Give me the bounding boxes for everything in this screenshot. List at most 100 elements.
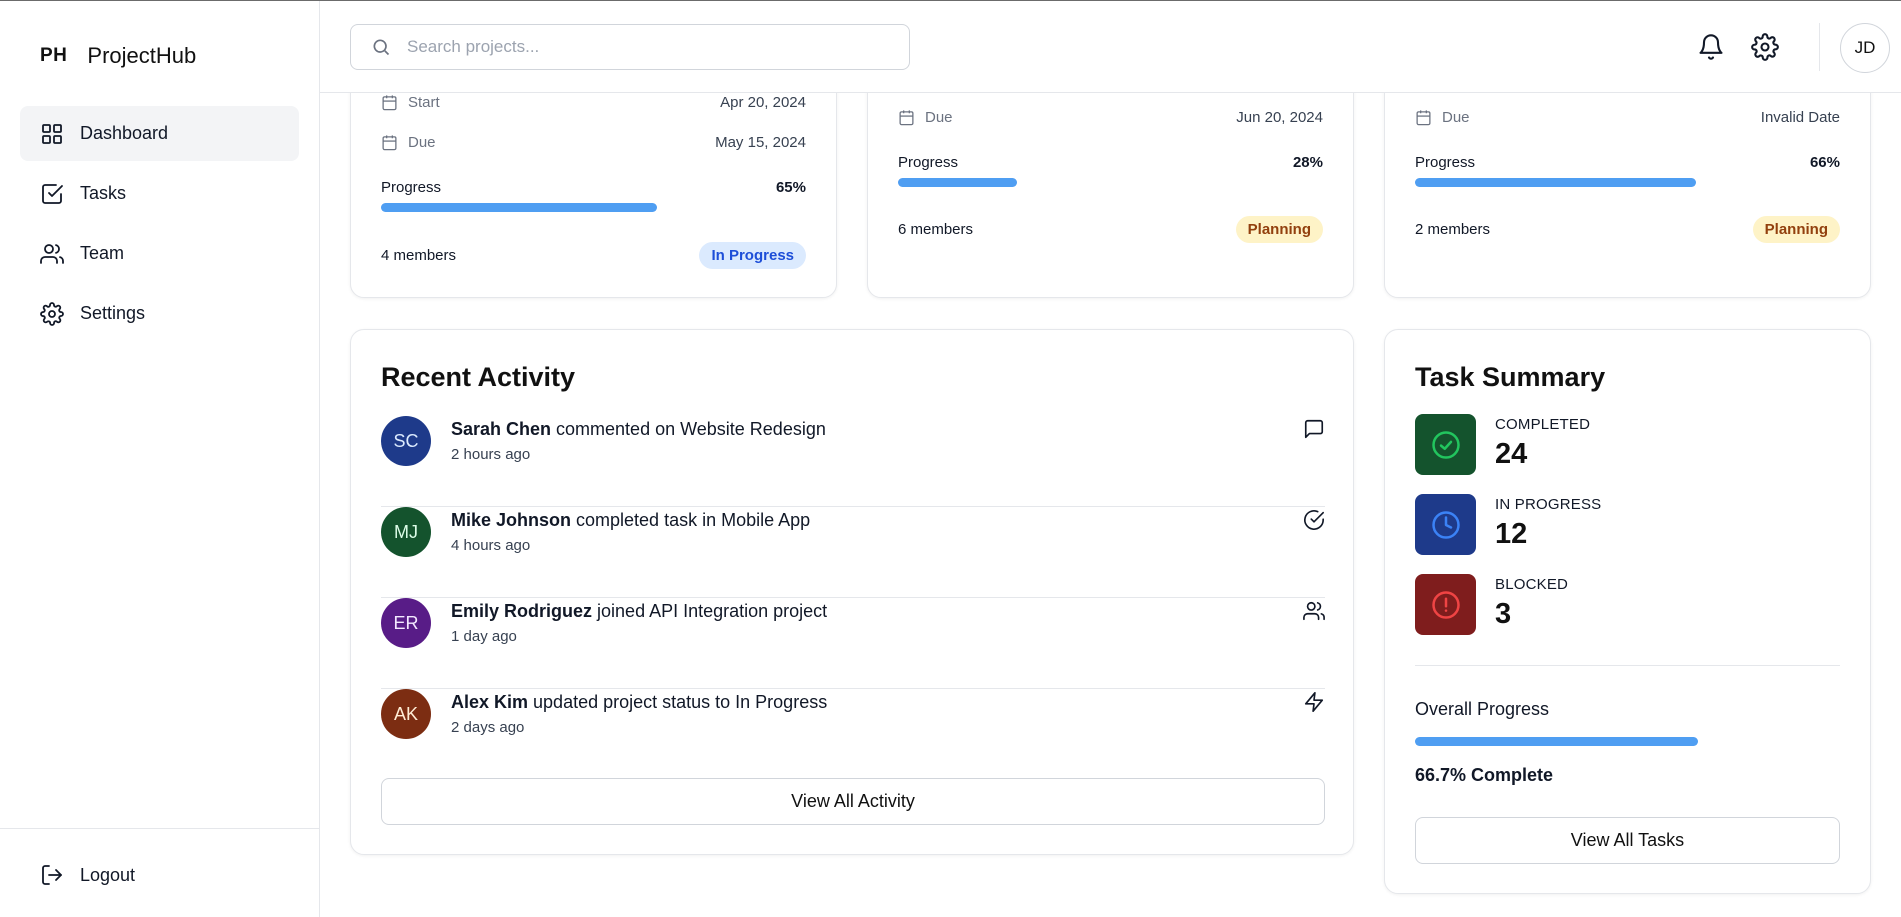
checkbox-icon <box>42 183 63 204</box>
progress-bar-fill <box>1415 178 1696 187</box>
grid-icon <box>42 123 62 144</box>
project-footer: 4 members In Progress <box>381 242 806 269</box>
project-due-row: Due Invalid Date <box>1415 109 1840 126</box>
progress-row: Progress 66% <box>1415 154 1840 171</box>
progress-bar-fill <box>381 203 658 212</box>
activity-item[interactable]: SC Sarah Chen commented on Website Redes… <box>381 416 1325 507</box>
status-badge: Planning <box>1235 216 1323 243</box>
progress-label: Progress <box>1415 154 1476 171</box>
sidebar-item-tasks[interactable]: Tasks <box>20 166 299 221</box>
sidebar-item-label: Dashboard <box>80 123 169 143</box>
sidebar-item-team[interactable]: Team <box>20 226 299 281</box>
notifications-button[interactable] <box>1697 33 1725 61</box>
due-label: Due <box>925 109 953 126</box>
activity-item[interactable]: ER Emily Rodriguez joined API Integratio… <box>381 598 1325 689</box>
member-count: 2 members <box>1415 221 1491 238</box>
activity-user: Sarah Chen <box>451 419 552 439</box>
sidebar-item-label: Tasks <box>80 183 127 203</box>
avatar: AK <box>381 689 431 739</box>
calendar-icon <box>382 135 397 151</box>
lightning-icon <box>1303 691 1325 713</box>
check-circle-icon <box>1431 430 1460 459</box>
clock-icon <box>1431 510 1460 539</box>
activity-user: Emily Rodriguez <box>451 601 593 621</box>
sidebar-item-dashboard[interactable]: Dashboard <box>20 106 299 161</box>
top-header: JD <box>320 1 1901 93</box>
sidebar-item-label: Team <box>80 243 125 263</box>
sidebar-nav: Dashboard Tasks Team Settings <box>20 106 299 346</box>
logout-button[interactable]: Logout <box>40 863 135 887</box>
sidebar-item-settings[interactable]: Settings <box>20 286 299 341</box>
comment-icon <box>1303 418 1325 440</box>
logout-label: Logout <box>80 864 136 885</box>
progress-percent: 28% <box>1292 154 1323 171</box>
users-icon <box>1303 600 1325 622</box>
avatar: MJ <box>381 507 431 557</box>
calendar-icon <box>1416 110 1431 126</box>
progress-label: Progress <box>898 154 959 171</box>
brand[interactable]: PH ProjectHub <box>40 43 196 69</box>
summary-tile <box>1415 414 1476 475</box>
calendar-icon <box>382 95 397 111</box>
progress-bar-fill <box>898 178 1017 187</box>
start-label: Start <box>408 94 440 111</box>
user-avatar[interactable]: JD <box>1840 23 1890 73</box>
gear-icon <box>1751 33 1779 61</box>
bell-icon <box>1699 34 1723 60</box>
summary-count: 24 <box>1495 438 1528 470</box>
progress-bar <box>1415 178 1840 188</box>
activity-time: 2 hours ago <box>451 446 531 463</box>
summary-label: IN PROGRESS <box>1495 496 1602 513</box>
check-circle-icon <box>1303 509 1325 531</box>
alert-circle-icon <box>1431 590 1460 619</box>
summary-count: 3 <box>1495 598 1512 630</box>
summary-completed: COMPLETED 24 <box>1415 414 1715 476</box>
logout-icon <box>42 865 62 885</box>
activity-time: 4 hours ago <box>451 537 531 554</box>
status-badge: In Progress <box>699 242 806 269</box>
brand-name: ProjectHub <box>87 43 197 68</box>
avatar: ER <box>381 598 431 648</box>
summary-blocked: BLOCKED 3 <box>1415 574 1715 636</box>
progress-percent: 66% <box>1809 154 1840 171</box>
project-footer: 2 members Planning <box>1415 216 1840 243</box>
search-icon <box>373 39 390 56</box>
summary-label: COMPLETED <box>1495 416 1591 433</box>
calendar-icon <box>899 110 914 126</box>
status-badge: Planning <box>1752 216 1840 243</box>
sidebar-item-label: Settings <box>80 303 146 323</box>
recent-activity-card: Recent Activity SC Sarah Chen commented … <box>350 329 1354 855</box>
activity-item[interactable]: AK Alex Kim updated project status to In… <box>381 689 1325 780</box>
header-divider <box>1819 23 1820 71</box>
avatar: SC <box>381 416 431 466</box>
due-date: May 15, 2024 <box>715 134 806 151</box>
view-all-activity-button[interactable]: View All Activity <box>381 778 1325 825</box>
section-title: Recent Activity <box>381 362 576 392</box>
activity-action: completed task in Mobile App <box>571 510 811 530</box>
overall-progress-label: Overall Progress <box>1415 699 1550 719</box>
brand-logo: PH <box>40 45 68 66</box>
progress-row: Progress 65% <box>381 179 806 196</box>
activity-time: 1 day ago <box>451 628 517 645</box>
summary-divider <box>1415 665 1840 666</box>
activity-user: Mike Johnson <box>451 510 572 530</box>
project-due-row: Due Jun 20, 2024 <box>898 109 1323 126</box>
activity-item[interactable]: MJ Mike Johnson completed task in Mobile… <box>381 507 1325 598</box>
project-due-row: Due May 15, 2024 <box>381 134 806 151</box>
activity-user: Alex Kim <box>451 692 529 712</box>
member-count: 4 members <box>381 247 457 264</box>
search-input[interactable] <box>407 37 887 57</box>
activity-action: joined API Integration project <box>592 601 828 621</box>
settings-button[interactable] <box>1751 33 1779 61</box>
sidebar: PH ProjectHub Dashboard Tasks Team Setti… <box>0 1 320 917</box>
overall-progress-text: 66.7% Complete <box>1415 765 1554 785</box>
start-date: Apr 20, 2024 <box>720 94 806 111</box>
activity-action: commented on Website Redesign <box>551 419 826 439</box>
section-title: Task Summary <box>1415 362 1606 392</box>
view-all-tasks-button[interactable]: View All Tasks <box>1415 817 1840 864</box>
summary-in-progress: IN PROGRESS 12 <box>1415 494 1715 556</box>
project-start-row: Start Apr 20, 2024 <box>381 94 806 111</box>
due-date: Jun 20, 2024 <box>1236 109 1323 126</box>
due-label: Due <box>1442 109 1470 126</box>
sidebar-footer: Logout <box>0 828 319 917</box>
